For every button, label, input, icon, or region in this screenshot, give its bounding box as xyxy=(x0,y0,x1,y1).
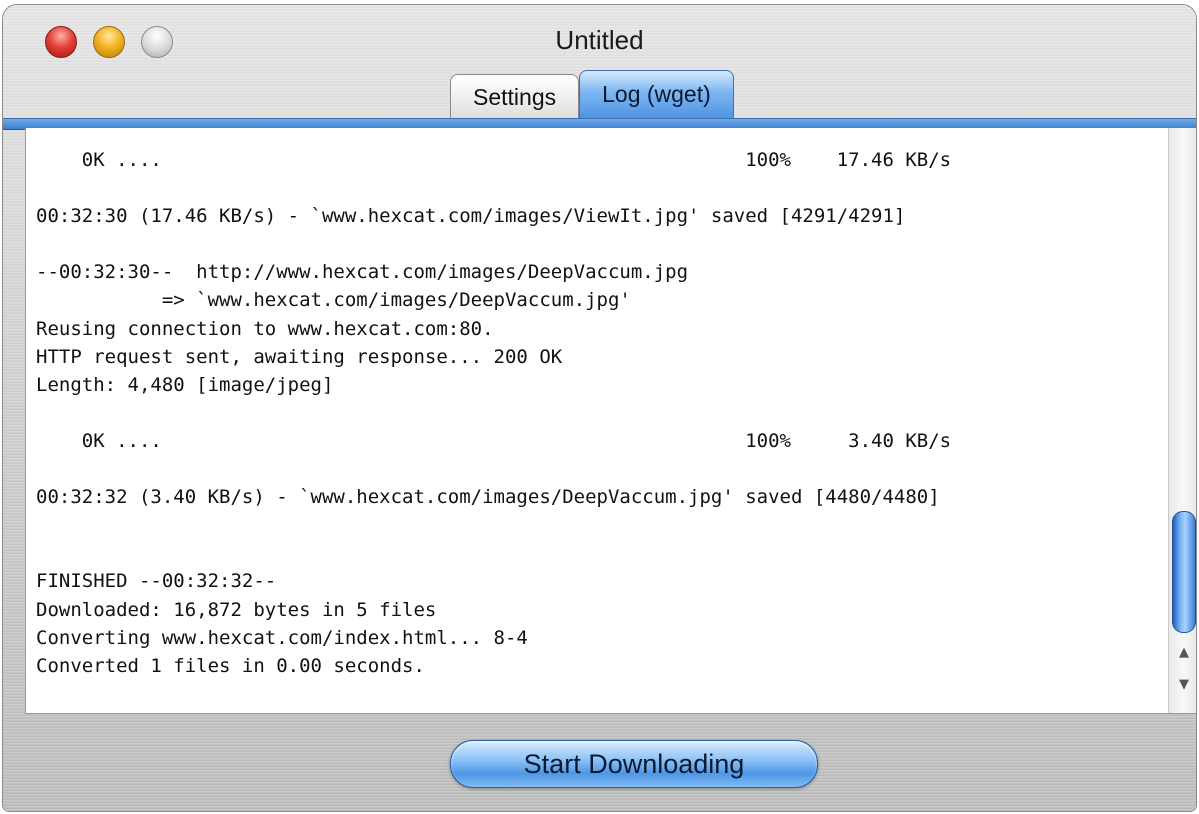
scroll-down-arrow-icon[interactable]: ▼ xyxy=(1169,672,1196,698)
title-bar[interactable]: Untitled xyxy=(3,5,1196,75)
window-title: Untitled xyxy=(555,25,644,55)
footer-bar: Start Downloading xyxy=(3,714,1196,811)
scroll-up-arrow-icon[interactable]: ▲ xyxy=(1169,640,1196,666)
log-line: Length: 4,480 [image/jpeg] xyxy=(36,373,334,396)
log-line: Converting www.hexcat.com/index.html... … xyxy=(36,626,528,649)
log-line: --00:32:30-- http://www.hexcat.com/image… xyxy=(36,261,689,284)
log-line: 00:32:32 (3.40 KB/s) - `www.hexcat.com/i… xyxy=(36,486,940,509)
log-text[interactable]: 0K .... 100% 17.46 KB/s 00:32:30 (17.46 … xyxy=(36,146,1156,680)
log-line: 00:32:30 (17.46 KB/s) - `www.hexcat.com/… xyxy=(36,205,906,228)
log-line: Downloaded: 16,872 bytes in 5 files xyxy=(36,598,437,621)
log-line: HTTP request sent, awaiting response... … xyxy=(36,345,563,368)
log-panel[interactable]: 0K .... 100% 17.46 KB/s 00:32:30 (17.46 … xyxy=(25,128,1196,714)
log-line: Converted 1 files in 0.00 seconds. xyxy=(36,654,425,677)
tab-log-wget[interactable]: Log (wget) xyxy=(579,70,734,118)
start-downloading-button[interactable]: Start Downloading xyxy=(450,740,818,788)
log-line: Reusing connection to www.hexcat.com:80. xyxy=(36,317,494,340)
scroll-thumb[interactable] xyxy=(1172,511,1196,633)
log-line: 0K .... 100% 17.46 KB/s xyxy=(36,149,952,171)
log-line: 0K .... 100% 3.40 KB/s xyxy=(36,429,952,452)
app-window: Untitled Settings Log (wget) 0K .... 100… xyxy=(3,5,1196,811)
tab-settings[interactable]: Settings xyxy=(450,74,580,120)
log-line: FINISHED --00:32:32-- xyxy=(36,570,277,593)
log-line: => `www.hexcat.com/images/DeepVaccum.jpg… xyxy=(36,289,631,312)
tab-bar: Settings Log (wget) xyxy=(450,70,734,120)
vertical-scrollbar[interactable]: ▲ ▼ xyxy=(1168,128,1196,713)
